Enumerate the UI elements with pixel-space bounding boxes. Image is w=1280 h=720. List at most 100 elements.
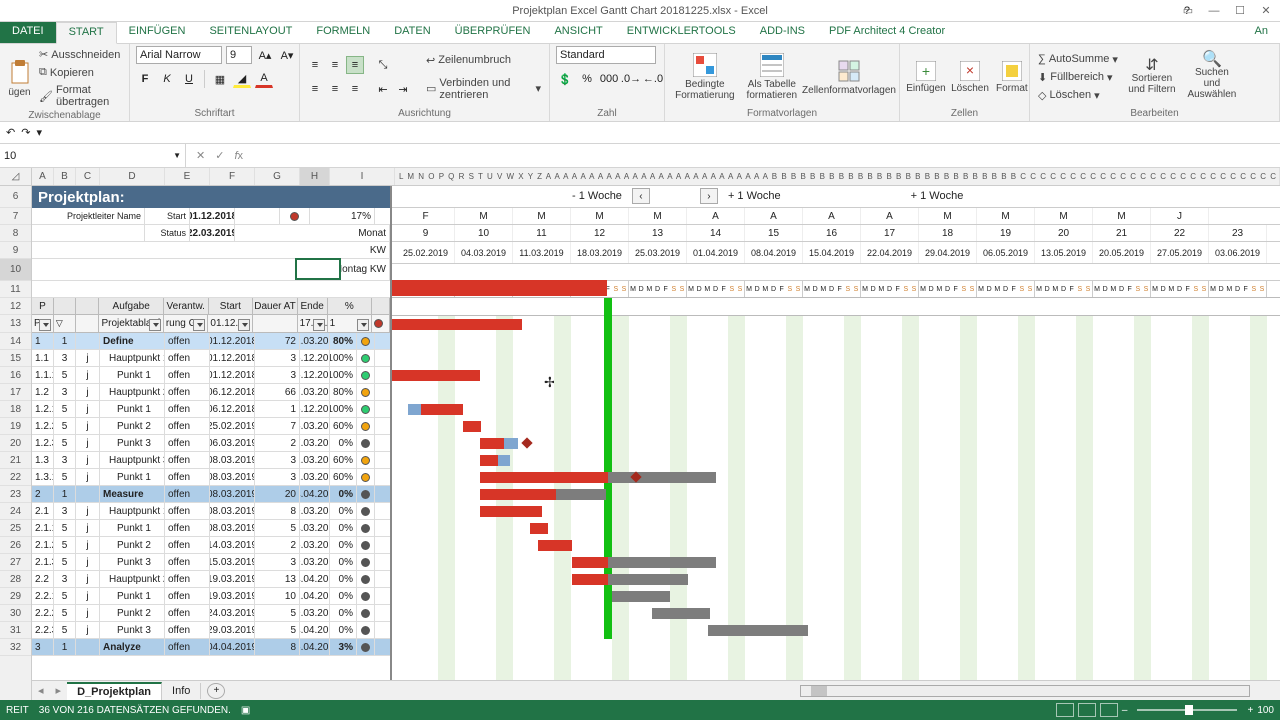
cell[interactable]: 2 [255, 537, 300, 553]
cell[interactable]: 07.03.2019 [300, 435, 330, 451]
cell[interactable]: 1.1 [32, 350, 54, 366]
cell[interactable]: 3 [255, 554, 300, 570]
cell[interactable]: 5 [54, 401, 76, 417]
format-painter-button[interactable]: 🖌Format übertragen [37, 82, 123, 110]
cell[interactable]: 3 [54, 503, 76, 519]
cell[interactable]: 06.12.2018 [300, 401, 330, 417]
cell[interactable]: 08.03.2019 [210, 469, 255, 485]
maximize-icon[interactable]: ☐ [1230, 4, 1250, 18]
align-center-icon[interactable]: ≡ [326, 80, 344, 98]
cell-styles-button[interactable]: Zellenformatvorlagen [805, 57, 893, 98]
tab-nav-first-icon[interactable]: ◂ [32, 684, 50, 697]
column-headers[interactable]: ◿ ABCDEFGHI L M N O P Q R S T U V W X Y … [0, 168, 1280, 186]
gantt-bar[interactable] [652, 608, 710, 619]
fx-icon[interactable]: fx [234, 150, 243, 162]
cell[interactable]: 60% [330, 418, 357, 434]
cell[interactable]: 3 [255, 350, 300, 366]
table-header-Ende[interactable]: Ende [298, 298, 328, 315]
cell[interactable]: Hauptpunkt 1 [100, 350, 165, 366]
cell[interactable]: 04.04.2019 [300, 622, 330, 638]
cell[interactable]: offen [165, 469, 210, 485]
cell[interactable]: 80% [330, 333, 357, 349]
gantt-bar[interactable] [608, 557, 716, 568]
cell[interactable]: 08.03.2019 [210, 520, 255, 536]
cell[interactable]: 2.1.3 [32, 554, 54, 570]
cell[interactable]: Analyze [100, 639, 165, 655]
cell[interactable]: j [76, 418, 100, 434]
nav-fwd-button[interactable]: › [700, 188, 718, 204]
cell[interactable]: offen [165, 350, 210, 366]
col-header-C[interactable]: C [76, 168, 100, 185]
cell[interactable]: 2.2.2 [32, 605, 54, 621]
cell[interactable]: 2.1.1 [32, 520, 54, 536]
cell[interactable]: 08.03.2019 [210, 503, 255, 519]
cell[interactable]: 5 [54, 418, 76, 434]
value-start[interactable]: 01.12.2018 [190, 208, 235, 224]
row-header-24[interactable]: 24 [0, 503, 31, 520]
cell[interactable]: offen [165, 639, 210, 655]
cell[interactable]: 0% [330, 503, 357, 519]
gantt-bar[interactable] [392, 319, 522, 330]
table-row[interactable]: 1.2.35jPunkt 3offen06.03.2019207.03.2019… [32, 435, 390, 452]
cell[interactable]: 5 [54, 622, 76, 638]
gantt-bar[interactable] [463, 421, 481, 432]
cell[interactable]: 100% [330, 401, 357, 417]
cell[interactable]: 5 [255, 520, 300, 536]
close-icon[interactable]: ✕ [1256, 4, 1276, 18]
cell[interactable]: 3 [255, 367, 300, 383]
cell[interactable]: 19.03.2019 [300, 503, 330, 519]
cell[interactable]: 8 [255, 639, 300, 655]
gantt-bar[interactable] [608, 472, 716, 483]
table-row[interactable]: 1.3.15jPunkt 1offen08.03.2019312.03.2019… [32, 469, 390, 486]
align-middle-icon[interactable]: ≡ [326, 56, 344, 74]
cell[interactable]: Measure [100, 486, 165, 502]
cell[interactable]: j [76, 469, 100, 485]
cell[interactable] [76, 333, 100, 349]
cell[interactable]: 19.03.2019 [210, 571, 255, 587]
gantt-bar[interactable] [530, 523, 548, 534]
ribbon-tab-formeln[interactable]: FORMELN [304, 22, 382, 43]
cell[interactable]: j [76, 367, 100, 383]
orientation-icon[interactable]: ⤡ [374, 56, 392, 74]
macro-record-icon[interactable]: ▣ [241, 705, 250, 716]
gantt-bar[interactable] [480, 438, 504, 449]
gantt-bar[interactable] [708, 625, 808, 636]
table-row[interactable]: 1.23jHauptpunkt 2offen06.12.20186607.03.… [32, 384, 390, 401]
cell[interactable]: j [76, 588, 100, 604]
row-header-23[interactable]: 23 [0, 486, 31, 503]
filter-cell-3[interactable]: Projektablauf [99, 315, 163, 333]
currency-icon[interactable]: 💲 [556, 70, 574, 88]
row-header-6[interactable]: 6 [0, 186, 31, 208]
table-header-%[interactable]: % [328, 298, 373, 315]
insert-cells-button[interactable]: +Einfügen [906, 59, 946, 96]
cell[interactable]: Define [100, 333, 165, 349]
column-headers-right[interactable]: L M N O P Q R S T U V W X Y Z A A A A A … [395, 168, 1280, 185]
cell[interactable]: Punkt 2 [100, 418, 165, 434]
cell[interactable]: 05.03.2019 [300, 418, 330, 434]
table-row[interactable]: 1.2.15jPunkt 1offen06.12.2018106.12.2018… [32, 401, 390, 418]
cell[interactable]: 0% [330, 537, 357, 553]
cell[interactable]: j [76, 435, 100, 451]
minimize-icon[interactable]: — [1204, 4, 1224, 18]
row-header-27[interactable]: 27 [0, 554, 31, 571]
cell[interactable]: Hauptpunkt 2 [100, 384, 165, 400]
cell[interactable]: 01.12.2018 [210, 333, 255, 349]
cell[interactable]: Hauptpunkt 2 [100, 571, 165, 587]
number-format-combo[interactable]: Standard [556, 46, 656, 64]
cell[interactable]: 12.03.2019 [300, 452, 330, 468]
gantt-bar[interactable] [612, 591, 670, 602]
cell[interactable]: offen [165, 554, 210, 570]
delete-cells-button[interactable]: ×Löschen [950, 59, 990, 96]
autosum-button[interactable]: ∑AutoSumme▾ [1036, 51, 1120, 68]
row-header-14[interactable]: 14 [0, 333, 31, 350]
cell[interactable]: offen [165, 622, 210, 638]
cell[interactable]: Punkt 3 [100, 435, 165, 451]
row-header-32[interactable]: 32 [0, 639, 31, 656]
cell[interactable]: 07.03.2019 [300, 384, 330, 400]
table-header-Dauer AT[interactable]: Dauer AT [253, 298, 298, 315]
cell[interactable]: 01.12.2018 [210, 350, 255, 366]
table-row[interactable]: 1.2.25jPunkt 2offen25.02.2019705.03.2019… [32, 418, 390, 435]
filter-cell-6[interactable] [253, 315, 298, 333]
cell[interactable]: 2 [32, 486, 54, 502]
cell[interactable]: 5 [54, 520, 76, 536]
